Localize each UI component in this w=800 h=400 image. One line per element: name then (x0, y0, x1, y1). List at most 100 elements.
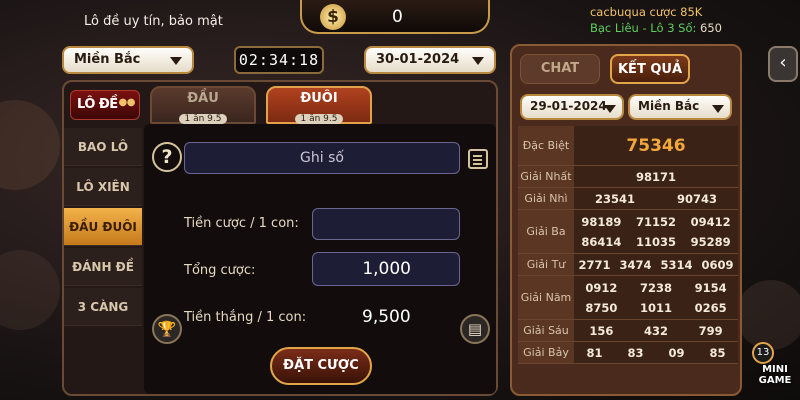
minigame-button[interactable]: 13 MINI GAME (752, 342, 798, 398)
prize-number: 90743 (676, 191, 717, 206)
prize-number: 95289 (690, 234, 731, 249)
bet-form: ? Ghi số Tiền cược / 1 con: Tổng cược: 1… (144, 124, 496, 394)
prize-name: Giải Nhì (518, 188, 574, 209)
chevron-down-icon (170, 57, 182, 65)
back-icon[interactable]: ‹ (768, 46, 798, 82)
prize-number: 85 (709, 345, 726, 360)
balance-value: 0 (392, 7, 403, 27)
tab-dau-label: ĐẦU (187, 91, 219, 106)
prize-name: Đặc Biệt (518, 126, 574, 165)
prize-number: 86414 (581, 234, 622, 249)
prize-values: 23541 90743 (574, 188, 738, 209)
balance-box: $ 0 (300, 0, 490, 34)
numbers-input-placeholder: Ghi số (300, 150, 344, 166)
bg-ball (736, 280, 800, 350)
recent-bet-value: 650 (700, 21, 722, 35)
prize-number: 98189 (581, 214, 622, 229)
tab-dau[interactable]: ĐẦU 1 ăn 9.5 (150, 86, 256, 124)
recent-bet: Bạc Liêu - Lô 3 Số: 650 (590, 20, 722, 36)
special-prize-number: 75346 (626, 135, 686, 156)
side-tab-3-cang[interactable]: 3 CÀNG (64, 288, 142, 326)
coin-icon: $ (320, 4, 346, 30)
bg-ball (0, 100, 60, 190)
results-row: Giải Nhì 23541 90743 (518, 188, 738, 210)
results-region-select[interactable]: Miền Bắc (628, 94, 732, 120)
results-row: Giải Tư 2771 3474 5314 0609 (518, 254, 738, 276)
chevron-down-icon (712, 105, 724, 113)
prize-number: 0609 (701, 257, 734, 272)
region-select[interactable]: Miền Bắc (62, 46, 194, 74)
history-icon[interactable]: ▤ (460, 314, 490, 344)
edit-note-icon[interactable] (468, 149, 488, 169)
prize-name: Giải Nhất (518, 166, 574, 187)
prize-number: 83 (627, 345, 644, 360)
prize-number: 0912 (585, 280, 618, 295)
place-bet-button[interactable]: ĐẶT CƯỢC (270, 347, 372, 385)
prize-number: 432 (643, 323, 668, 338)
prize-number: 156 (589, 323, 614, 338)
results-date-select[interactable]: 29-01-2024 (520, 94, 624, 120)
results-row: Giải Ba 98189 71152 09412 86414 11035 95289 (518, 210, 738, 254)
tab-results[interactable]: KẾT QUẢ (610, 54, 690, 84)
betting-panel: LÔ ĐỀ ●● ĐẦU 1 ăn 9.5 ĐUÔI 1 ăn 9.5 BAO … (62, 80, 498, 396)
prize-values: 0912 7238 9154 8750 1011 0265 (574, 276, 738, 319)
prize-name: Giải Ba (518, 210, 574, 253)
tab-duoi-label: ĐUÔI (300, 91, 338, 106)
side-tab-bao-lo[interactable]: BAO LÔ (64, 128, 142, 166)
prize-name: Giải Năm (518, 276, 574, 319)
prize-number: 7238 (639, 280, 672, 295)
tab-duoi[interactable]: ĐUÔI 1 ăn 9.5 (266, 86, 372, 124)
prize-values: 75346 (574, 126, 738, 165)
prize-number: 11035 (635, 234, 676, 249)
side-tab-lo-xien[interactable]: LÔ XIÊN (64, 168, 142, 206)
prize-number: 0265 (694, 300, 727, 315)
results-row: Giải Bảy 81 83 09 85 (518, 342, 738, 364)
trophy-icon[interactable]: 🏆 (152, 314, 182, 344)
prize-name: Giải Tư (518, 254, 574, 275)
results-row: Đặc Biệt 75346 (518, 126, 738, 166)
side-tab-danh-de[interactable]: ĐÁNH ĐỀ (64, 248, 142, 286)
total-field: 1,000 (312, 252, 460, 286)
prize-number: 5314 (660, 257, 693, 272)
prize-values: 98171 (574, 166, 738, 187)
side-tab-dau-duoi[interactable]: ĐẦU ĐUÔI (64, 208, 142, 246)
stake-input[interactable] (312, 208, 460, 240)
date-select-value: 30-01-2024 (376, 52, 460, 67)
date-select[interactable]: 30-01-2024 (364, 46, 496, 74)
tab-chat[interactable]: CHAT (520, 54, 600, 84)
prize-number: 9154 (694, 280, 727, 295)
minigame-count-badge: 13 (752, 342, 774, 364)
side-tabs: BAO LÔ LÔ XIÊN ĐẦU ĐUÔI ĐÁNH ĐỀ 3 CÀNG (64, 128, 142, 328)
win-label: Tiền thắng / 1 con: (184, 310, 307, 325)
prize-number: 8750 (585, 300, 618, 315)
chevron-down-icon (604, 105, 616, 113)
recent-bet-feed: cacbuqua cược 85K Bạc Liêu - Lô 3 Số: 65… (590, 4, 722, 36)
recent-bet-label: Bạc Liêu - Lô 3 Số: (589, 21, 697, 35)
prize-number: 81 (586, 345, 603, 360)
stake-label: Tiền cược / 1 con: (184, 216, 299, 231)
prize-number: 23541 (594, 191, 635, 206)
total-value: 1,000 (362, 259, 411, 279)
recent-user: cacbuqua cược 85K (589, 5, 703, 19)
prize-number: 3474 (619, 257, 652, 272)
bg-ball (0, 250, 60, 330)
prize-number: 799 (698, 323, 723, 338)
results-region-value: Miền Bắc (638, 99, 700, 113)
prize-number: 1011 (639, 300, 672, 315)
help-icon[interactable]: ? (152, 142, 182, 172)
results-panel: CHAT KẾT QUẢ 29-01-2024 Miền Bắc Đặc Biệ… (510, 44, 742, 396)
prize-values: 81 83 09 85 (574, 342, 738, 363)
prize-number: 98171 (635, 169, 676, 184)
chevron-down-icon (472, 57, 484, 65)
prize-name: Giải Sáu (518, 320, 574, 341)
ticker-text: Lô đề uy tín, bảo mật (84, 14, 223, 29)
results-row: Giải Sáu 156 432 799 (518, 320, 738, 342)
total-label: Tổng cược: (184, 263, 256, 278)
prize-name: Giải Bảy (518, 342, 574, 363)
prize-values: 98189 71152 09412 86414 11035 95289 (574, 210, 738, 253)
logo-text: LÔ ĐỀ (77, 97, 118, 112)
numbers-input[interactable]: Ghi số (184, 142, 460, 174)
win-value: 9,500 (362, 307, 411, 327)
prize-values: 156 432 799 (574, 320, 738, 341)
balls-icon: ●● (118, 97, 136, 108)
